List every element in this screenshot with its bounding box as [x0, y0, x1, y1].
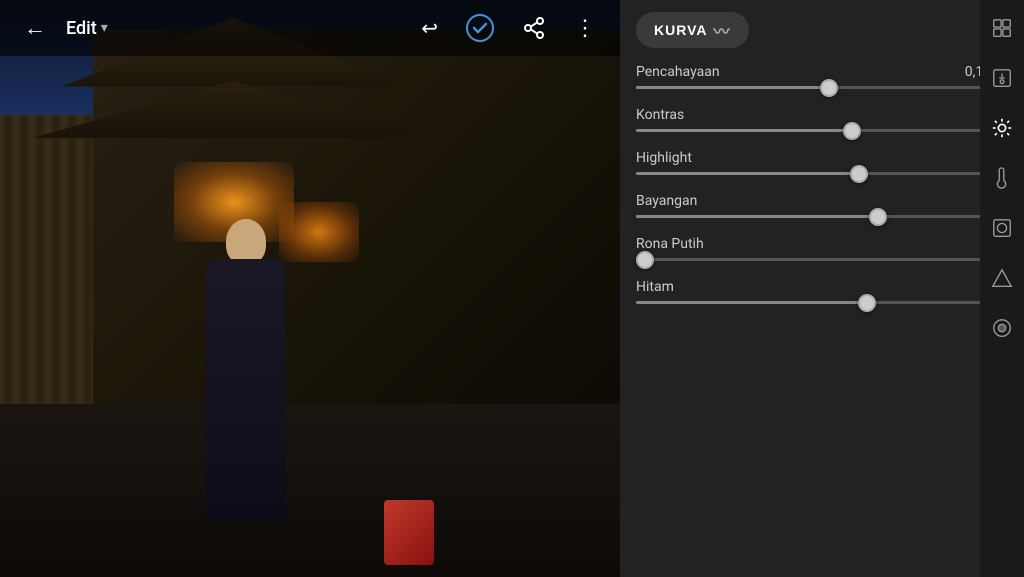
highlight-track[interactable]	[636, 172, 1008, 175]
layers-icon[interactable]	[986, 12, 1018, 44]
pencahayaan-fill	[636, 86, 829, 89]
kontras-track[interactable]	[636, 129, 1008, 132]
person-figure	[186, 219, 306, 519]
pencahayaan-header: Pencahayaan 0,10EV	[636, 64, 1008, 80]
highlight-row: Highlight 20	[636, 150, 1008, 175]
confirm-button[interactable]	[458, 10, 502, 46]
photo-scene	[0, 0, 620, 577]
kontras-header: Kontras 16	[636, 107, 1008, 123]
rona-putih-row: Rona Putih -100	[636, 236, 1008, 261]
pencahayaan-thumb[interactable]	[820, 79, 838, 97]
enhance-icon[interactable]	[986, 62, 1018, 94]
share-icon	[522, 16, 546, 40]
hitam-fill	[636, 301, 867, 304]
edit-label: Edit ▾	[66, 18, 108, 39]
photo-panel: ← Edit ▾ ↩ ⋮	[0, 0, 620, 577]
highlight-label: Highlight	[636, 150, 692, 166]
hitam-label: Hitam	[636, 279, 674, 295]
chevron-down-icon: ▾	[101, 20, 108, 36]
rona-putih-header: Rona Putih -100	[636, 236, 1008, 252]
bayangan-label: Bayangan	[636, 193, 697, 209]
highlight-fill	[636, 172, 859, 175]
undo-button[interactable]: ↩	[413, 12, 446, 45]
sliders-container: Pencahayaan 0,10EV Kontras 16	[636, 64, 1008, 304]
back-button[interactable]: ←	[16, 11, 54, 45]
lens-icon[interactable]	[986, 312, 1018, 344]
bayangan-row: Bayangan 40	[636, 193, 1008, 218]
kontras-thumb[interactable]	[843, 122, 861, 140]
rona-putih-track[interactable]	[636, 258, 1008, 261]
figure-body	[206, 259, 286, 519]
pencahayaan-label: Pencahayaan	[636, 64, 720, 80]
hitam-row: Hitam 26	[636, 279, 1008, 304]
pencahayaan-row: Pencahayaan 0,10EV	[636, 64, 1008, 89]
hitam-thumb[interactable]	[858, 294, 876, 312]
edit-panel-content: KURVA 〰 Pencahayaan 0,10EV Kontras	[620, 0, 1024, 577]
hitam-track[interactable]	[636, 301, 1008, 304]
bayangan-fill	[636, 215, 878, 218]
right-toolbar	[980, 0, 1024, 577]
vignette-icon[interactable]	[986, 212, 1018, 244]
edit-panel: KURVA 〰 Pencahayaan 0,10EV Kontras	[620, 0, 1024, 577]
kontras-row: Kontras 16	[636, 107, 1008, 132]
temperature-icon[interactable]	[986, 162, 1018, 194]
light-icon[interactable]	[986, 112, 1018, 144]
edit-text: Edit	[66, 18, 97, 39]
more-button[interactable]: ⋮	[566, 11, 604, 45]
bayangan-track[interactable]	[636, 215, 1008, 218]
ground	[0, 404, 620, 577]
bayangan-header: Bayangan 40	[636, 193, 1008, 209]
confirm-icon	[466, 14, 494, 42]
share-button[interactable]	[514, 12, 554, 44]
kurva-button[interactable]: KURVA 〰	[636, 12, 749, 48]
kurva-row: KURVA 〰	[636, 12, 1008, 48]
pencahayaan-track[interactable]	[636, 86, 1008, 89]
contrast-shape-icon[interactable]	[986, 262, 1018, 294]
highlight-header: Highlight 20	[636, 150, 1008, 166]
figure-head	[226, 219, 266, 264]
kontras-fill	[636, 129, 852, 132]
kurva-label: KURVA	[654, 22, 708, 38]
bayangan-thumb[interactable]	[869, 208, 887, 226]
hitam-header: Hitam 26	[636, 279, 1008, 295]
luggage	[384, 500, 434, 565]
top-bar: ← Edit ▾ ↩ ⋮	[0, 0, 620, 56]
kurva-wave-icon: 〰	[714, 18, 731, 42]
kontras-label: Kontras	[636, 107, 684, 123]
highlight-thumb[interactable]	[850, 165, 868, 183]
rona-putih-thumb[interactable]	[636, 251, 654, 269]
